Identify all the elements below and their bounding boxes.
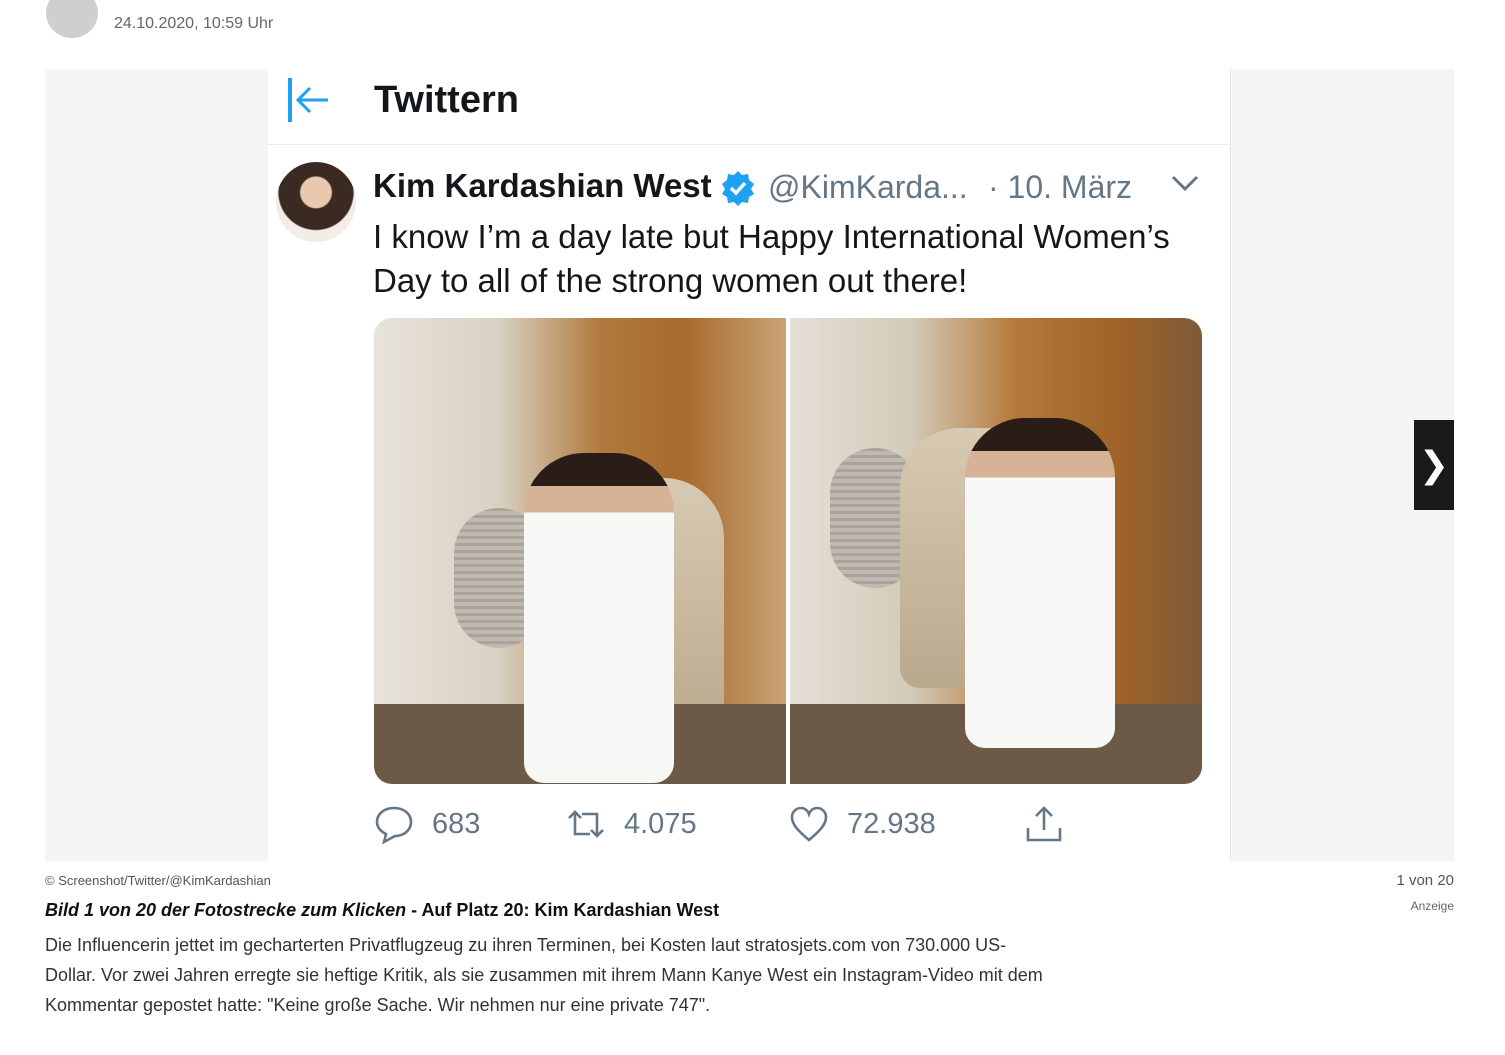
slide-headline-rest: - Auf Platz 20: Kim Kardashian West — [406, 900, 720, 920]
chevron-down-icon — [1171, 175, 1199, 192]
tweet-handle: @KimKarda... — [768, 169, 968, 205]
reply-button[interactable]: 683 — [374, 804, 480, 844]
gallery-counter: 1 von 20 — [1396, 872, 1454, 889]
image-credit: © Screenshot/Twitter/@KimKardashian — [45, 873, 271, 888]
publish-timestamp: 24.10.2020, 10:59 Uhr — [114, 15, 274, 32]
like-count: 72.938 — [847, 807, 936, 840]
retweet-count: 4.075 — [624, 807, 697, 840]
like-icon — [790, 806, 828, 842]
tweet-actions: 683 4.075 72.938 — [374, 804, 1174, 844]
slide-description: Die Influencerin jettet im gecharterten … — [45, 935, 1043, 1015]
gallery-next-button[interactable]: ❯ — [1414, 420, 1454, 510]
tweet-date: · 10. März — [988, 169, 1133, 205]
tweet-photo-2 — [790, 318, 1202, 784]
retweet-button[interactable]: 4.075 — [566, 804, 697, 844]
reply-count: 683 — [432, 807, 481, 840]
ad-label: Anzeige — [1410, 899, 1454, 913]
tweet-screenshot: Twittern Kim Kardashian West @KimKarda..… — [268, 69, 1231, 861]
tweet-author-name: Kim Kardashian West — [373, 167, 712, 204]
reply-icon — [375, 806, 413, 844]
tweet-media — [374, 318, 1202, 784]
tweet-header-title: Twittern — [374, 79, 519, 121]
author-avatar[interactable] — [46, 0, 98, 38]
slide-headline: Bild 1 von 20 der Fotostrecke zum Klicke… — [45, 900, 719, 921]
like-button[interactable]: 72.938 — [789, 804, 936, 844]
verified-badge-icon — [722, 171, 754, 206]
gallery-slide: Twittern Kim Kardashian West @KimKarda..… — [45, 69, 1454, 861]
next-arrow-icon: ❯ — [1418, 444, 1450, 486]
share-icon — [1026, 806, 1062, 842]
tweet-author-avatar — [276, 162, 356, 242]
slide-headline-italic: Bild 1 von 20 der Fotostrecke zum Klicke… — [45, 900, 407, 920]
tweet-text: I know I’m a day late but Happy Internat… — [373, 218, 1170, 299]
tweet-header: Twittern — [268, 69, 1230, 145]
tweet-photo-1 — [374, 318, 786, 784]
retweet-icon — [568, 810, 604, 838]
share-button[interactable] — [1024, 804, 1064, 844]
back-arrow-icon — [288, 78, 328, 122]
